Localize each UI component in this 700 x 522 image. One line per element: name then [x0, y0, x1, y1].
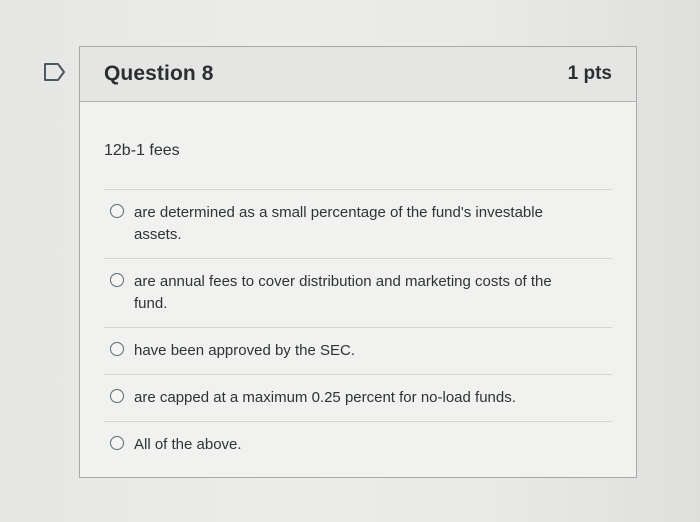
answer-label[interactable]: have been approved by the SEC.	[134, 340, 355, 362]
bookmark-flag-icon[interactable]	[43, 62, 67, 82]
question-text: 12b-1 fees	[104, 142, 180, 159]
answer-option[interactable]: All of the above.	[104, 421, 612, 468]
radio-button[interactable]	[110, 389, 124, 403]
radio-button[interactable]	[110, 342, 124, 356]
question-body: 12b-1 fees are determined as a small per…	[80, 102, 636, 468]
question-points: 1 pts	[567, 63, 612, 84]
answer-option[interactable]: are annual fees to cover distribution an…	[104, 258, 612, 327]
answer-label[interactable]: are capped at a maximum 0.25 percent for…	[134, 387, 516, 409]
answer-label[interactable]: All of the above.	[134, 434, 242, 456]
question-title: Question 8	[104, 62, 214, 85]
answer-option[interactable]: are determined as a small percentage of …	[104, 189, 612, 258]
answer-list: are determined as a small percentage of …	[104, 189, 612, 468]
radio-button[interactable]	[110, 273, 124, 287]
answer-option[interactable]: have been approved by the SEC.	[104, 327, 612, 374]
answer-label[interactable]: are annual fees to cover distribution an…	[134, 271, 584, 315]
question-header: Question 8 1 pts	[80, 47, 636, 102]
question-card: Question 8 1 pts 12b-1 fees are determin…	[79, 46, 637, 478]
answer-option[interactable]: are capped at a maximum 0.25 percent for…	[104, 374, 612, 421]
radio-button[interactable]	[110, 204, 124, 218]
answer-label[interactable]: are determined as a small percentage of …	[134, 202, 584, 246]
radio-button[interactable]	[110, 436, 124, 450]
